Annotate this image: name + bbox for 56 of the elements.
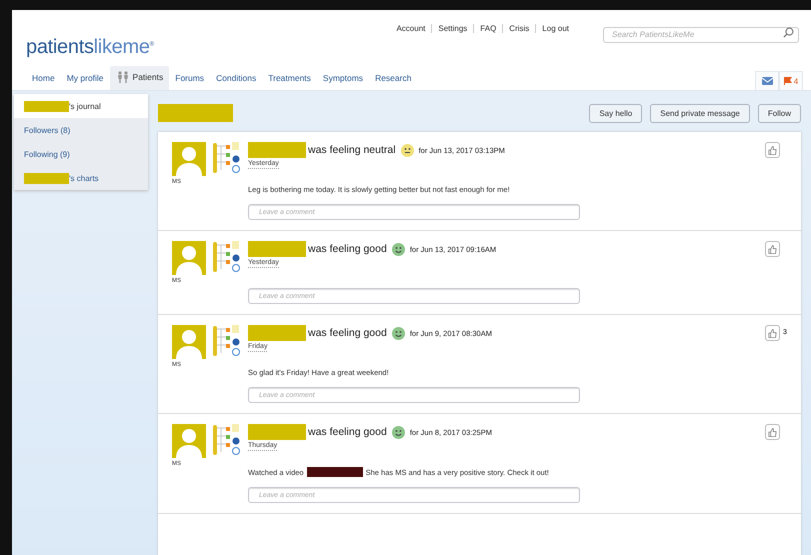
avatar-icon	[172, 241, 206, 275]
logo[interactable]: patientslikeme$^{®}$	[26, 36, 154, 59]
nav-tab[interactable]: Symptoms	[316, 68, 370, 90]
like-button[interactable]	[765, 325, 780, 341]
avatar-icon	[172, 142, 206, 176]
thumbs-up-icon	[768, 428, 777, 436]
search-field[interactable]: Search PatientsLikeMe	[603, 26, 799, 42]
thumbs-up-icon	[768, 244, 777, 254]
status-text: was feeling good	[308, 327, 387, 339]
sidebar-label: 's journal	[69, 102, 101, 110]
action-button[interactable]: Say hello	[589, 104, 642, 122]
sidebar-item[interactable]: Followers (8)	[14, 118, 148, 142]
like-button[interactable]	[765, 424, 780, 440]
status-text: was feeling good	[308, 426, 387, 438]
redaction-block	[306, 467, 363, 477]
mail-button[interactable]	[755, 71, 779, 90]
flag-icon	[784, 77, 792, 85]
badges-drawing	[211, 241, 241, 275]
sidebar-item[interactable]: 's charts	[14, 166, 148, 190]
like-button[interactable]	[765, 241, 780, 257]
badges-drawing	[211, 142, 241, 176]
sidebar-label: 's charts	[69, 174, 99, 182]
notifications-button[interactable]: 4	[779, 71, 803, 90]
nav-tab[interactable]: Treatments	[262, 68, 317, 90]
redaction-block	[248, 142, 306, 158]
top-link[interactable]: Crisis	[503, 24, 536, 33]
avatar-icon	[172, 325, 206, 359]
badges-drawing	[211, 325, 241, 359]
sidebar-item[interactable]: Following (9)	[14, 142, 148, 166]
nav-tab[interactable]: My profile	[60, 68, 110, 90]
avatar-icon	[172, 424, 206, 458]
action-button[interactable]: Send private message	[650, 104, 750, 122]
top-link[interactable]: FAQ	[474, 24, 502, 33]
status-text: was feeling neutral	[308, 144, 396, 156]
search-icon	[783, 27, 794, 38]
redaction-block	[248, 325, 306, 341]
nav-tab[interactable]: Forums	[169, 68, 210, 90]
nav-tab[interactable]: Conditions	[210, 68, 262, 90]
mail-icon	[762, 77, 772, 85]
sidebar-item[interactable]: 's journal	[14, 94, 148, 118]
thumbs-up-icon	[768, 146, 777, 154]
top-link[interactable]: Account	[390, 24, 432, 33]
status-text: was feeling good	[308, 243, 387, 255]
nav-tab[interactable]: Patients	[110, 66, 170, 90]
sidebar-label: Following (9)	[24, 150, 70, 158]
redaction-block	[248, 424, 306, 440]
nav-tab[interactable]: Research	[369, 68, 418, 90]
like-button[interactable]	[765, 142, 780, 158]
nav-tab[interactable]: Home	[26, 68, 61, 90]
redaction-block	[248, 241, 306, 257]
thumbs-up-icon	[768, 328, 777, 338]
badges-drawing	[211, 424, 241, 458]
top-link[interactable]: Settings	[432, 24, 474, 33]
action-button[interactable]: Follow	[758, 104, 801, 122]
sidebar-label: Followers (8)	[24, 126, 70, 134]
top-link[interactable]: Log out	[536, 24, 575, 33]
